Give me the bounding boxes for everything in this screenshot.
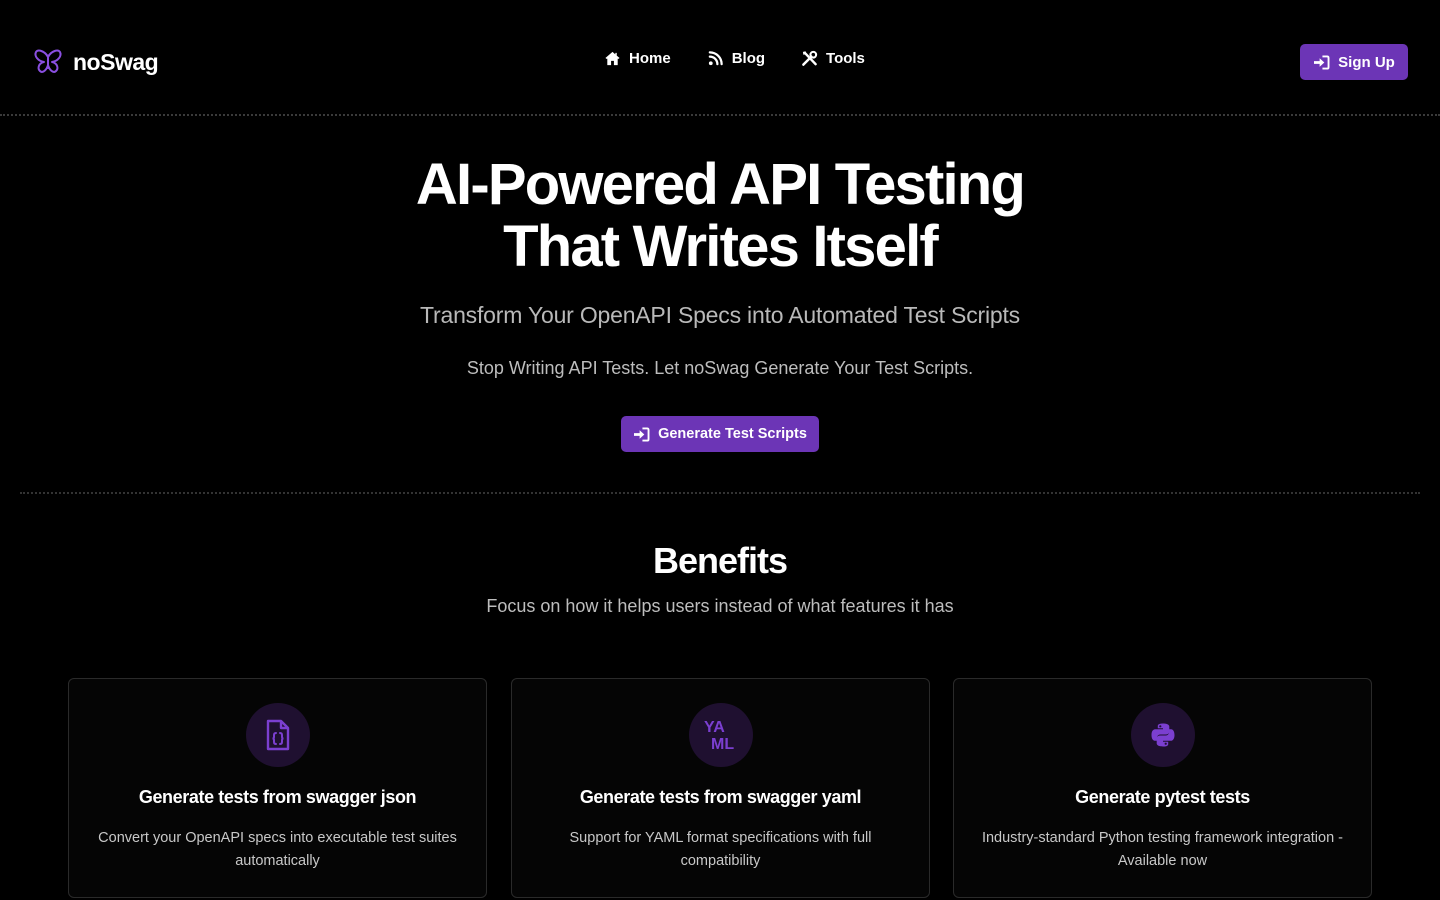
nav-item-label: Blog — [731, 50, 766, 67]
card-icon-badge — [245, 703, 310, 767]
card-title: Generate tests from swagger yaml — [579, 787, 862, 807]
card-text: Industry-standard Python testing framewo… — [981, 830, 1344, 869]
yaml-icon-top: YA — [704, 719, 725, 736]
logo[interactable]: noSwag — [33, 48, 159, 76]
hero-title-line-1: AI-Powered API Testing — [415, 152, 1026, 217]
benefit-card-pytest: Generate pytest tests Industry-standard … — [953, 678, 1372, 898]
butterfly-icon — [34, 49, 62, 73]
hero-subtitle: Transform Your OpenAPI Specs into Automa… — [420, 302, 1020, 328]
cta-label: Generate Test Scripts — [658, 426, 807, 442]
json-file-icon — [266, 719, 289, 751]
nav-item-label: Home — [629, 50, 671, 67]
nav-item-label: Tools — [826, 50, 865, 67]
card-text: Support for YAML format specifications w… — [569, 830, 872, 869]
nav-item-home[interactable]: Home — [604, 50, 671, 67]
python-icon — [1151, 723, 1174, 747]
rss-icon — [708, 51, 723, 66]
benefit-card-json: Generate tests from swagger json Convert… — [68, 678, 487, 898]
nav-item-tools[interactable]: Tools — [801, 50, 865, 67]
section-divider — [20, 492, 1420, 494]
yaml-icon-bottom: ML — [711, 736, 734, 753]
generate-test-scripts-button[interactable]: Generate Test Scripts — [621, 416, 819, 452]
benefits-title: Benefits — [652, 540, 788, 581]
benefits-subtitle: Focus on how it helps users instead of w… — [486, 596, 954, 616]
card-title: Generate tests from swagger json — [138, 787, 417, 807]
yaml-icon: YA ML — [704, 719, 734, 753]
main-nav: Home Blog Tools — [604, 50, 865, 67]
tools-icon — [802, 50, 818, 66]
sign-in-icon — [1314, 54, 1330, 70]
card-icon-badge: YA ML — [688, 703, 753, 767]
site-header: noSwag Home Blog Tools Sign Up — [0, 0, 1440, 116]
home-icon — [605, 51, 620, 66]
benefit-card-yaml: YA ML Generate tests from swagger yaml S… — [511, 678, 930, 898]
hero-description: Stop Writing API Tests. Let noSwag Gener… — [466, 358, 974, 378]
card-icon-badge — [1130, 703, 1195, 767]
sign-in-icon — [634, 426, 650, 442]
hero-title: AI-Powered API Testing That Writes Itsel… — [0, 154, 1440, 278]
card-text: Convert your OpenAPI specs into executab… — [98, 830, 457, 869]
logo-text: noSwag — [73, 48, 159, 75]
card-title: Generate pytest tests — [1075, 787, 1250, 807]
nav-item-blog[interactable]: Blog — [707, 50, 765, 67]
hero-title-line-2: That Writes Itself — [503, 214, 939, 279]
sign-up-label: Sign Up — [1338, 53, 1395, 71]
sign-up-button[interactable]: Sign Up — [1300, 44, 1408, 80]
